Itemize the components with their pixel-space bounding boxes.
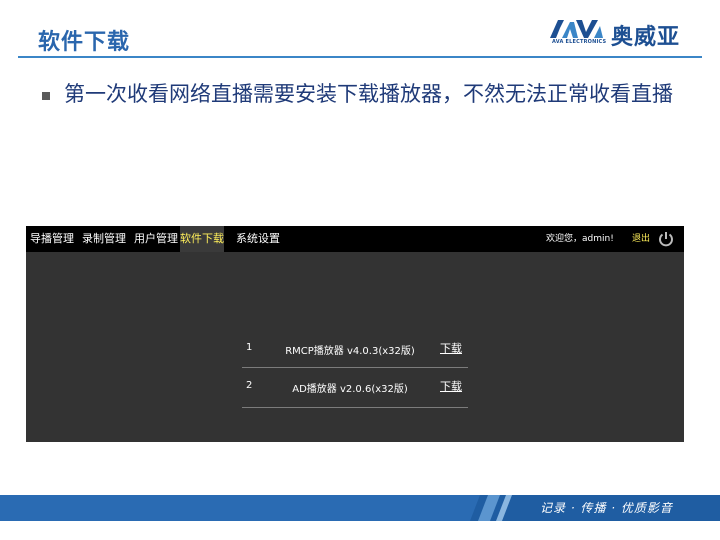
bullet-marker [42, 92, 50, 100]
software-number: 2 [246, 380, 253, 391]
tab-recording-management[interactable]: 录制管理 [82, 226, 126, 252]
welcome-text: 欢迎您，admin! [546, 234, 614, 244]
software-row: 2 AD播放器 v2.0.6(x32版) 下载 [242, 370, 468, 404]
row-divider [242, 407, 468, 408]
tab-system-settings[interactable]: 系统设置 [236, 226, 280, 252]
title-rule [18, 56, 702, 58]
software-row: 1 RMCP播放器 v4.0.3(x32版) 下载 [242, 332, 468, 366]
slide-title: 软件下载 [38, 30, 131, 55]
tab-user-management[interactable]: 用户管理 [134, 226, 178, 252]
logo-subtext: AVA ELECTRONICS [552, 39, 607, 45]
software-name: AD播放器 v2.0.6(x32版) [292, 384, 408, 395]
app-screenshot: 导播管理 录制管理 用户管理 软件下载 系统设置 欢迎您，admin! 退出 1… [26, 226, 684, 442]
logo-chinese-name: 奥威亚 [611, 25, 681, 50]
software-number: 1 [246, 342, 253, 353]
tab-software-download[interactable]: 软件下载 [180, 226, 224, 252]
app-nav-bar: 导播管理 录制管理 用户管理 软件下载 系统设置 欢迎您，admin! 退出 [26, 226, 684, 252]
company-logo: AVA ELECTRONICS 奥威亚 [548, 18, 698, 50]
row-divider [242, 367, 468, 368]
software-name: RMCP播放器 v4.0.3(x32版) [285, 346, 415, 357]
footer-slogan: 记录 · 传播 · 优质影音 [540, 501, 673, 515]
logout-link[interactable]: 退出 [632, 226, 650, 252]
tab-director-management[interactable]: 导播管理 [30, 226, 74, 252]
download-link[interactable]: 下载 [440, 378, 462, 394]
power-icon[interactable] [656, 229, 676, 249]
bullet-text: 第一次收看网络直播需要安装下载播放器，不然无法正常收看直播 [64, 82, 673, 106]
download-link[interactable]: 下载 [440, 340, 462, 356]
